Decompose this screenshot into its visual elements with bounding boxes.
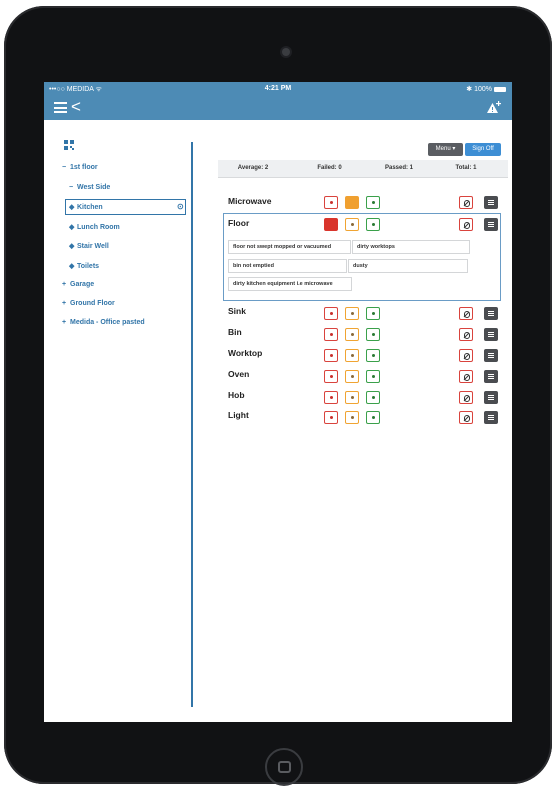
fail-reason-chip[interactable]: floor not swept mopped or vacuumed (228, 240, 351, 254)
row-label-light: Light (228, 410, 249, 420)
warn-button-selected[interactable] (345, 196, 359, 209)
fail-button[interactable] (324, 370, 338, 383)
fail-reason-chip[interactable]: dusty (348, 259, 468, 273)
warn-button[interactable] (345, 391, 359, 404)
target-icon[interactable]: ⊙ (177, 202, 184, 211)
battery-status: ✱ 100% (466, 85, 506, 93)
tree-item-west-side[interactable]: − West Side (69, 184, 110, 191)
app-screen: •••○○ MEDIDA ᯤ 4:21 PM ✱ 100% < −1st flo… (44, 82, 512, 722)
warn-button[interactable] (345, 218, 359, 231)
pass-button[interactable] (366, 411, 380, 424)
row-menu-icon[interactable] (484, 391, 498, 404)
row-menu-icon[interactable] (484, 218, 498, 231)
home-button[interactable] (265, 748, 303, 786)
fail-button[interactable] (324, 328, 338, 341)
tree-item-toilets[interactable]: ◆ Toilets (69, 262, 99, 270)
fail-button-selected[interactable] (324, 218, 338, 231)
row-label-worktop: Worktop (228, 348, 263, 358)
score-summary: Average: 2 Failed: 0 Passed: 1 Total: 1 (218, 160, 508, 178)
fail-button[interactable] (324, 411, 338, 424)
fail-reason-chip[interactable]: dirty kitchen equipment i.e microwave (228, 277, 352, 291)
back-chevron-icon[interactable]: < (71, 98, 81, 116)
nav-bar: < (44, 96, 512, 120)
sidebar-divider (191, 142, 193, 707)
passed-count: Passed: 1 (384, 165, 414, 171)
fail-button[interactable] (324, 391, 338, 404)
sign-off-button[interactable]: Sign Off (465, 143, 501, 156)
fail-button[interactable] (324, 196, 338, 209)
menu-dropdown-button[interactable]: Menu ▾ (428, 143, 463, 156)
pass-button[interactable] (366, 370, 380, 383)
row-menu-icon[interactable] (484, 411, 498, 424)
fail-button[interactable] (324, 349, 338, 362)
warn-button[interactable] (345, 307, 359, 320)
row-label-hob: Hob (228, 390, 245, 400)
average-score: Average: 2 (237, 165, 269, 171)
pass-button[interactable] (366, 349, 380, 362)
tree-item-ground-floor[interactable]: + Ground Floor (62, 300, 115, 307)
tree-item-garage[interactable]: + Garage (62, 281, 94, 288)
hamburger-menu-icon[interactable] (54, 102, 67, 113)
pass-button[interactable] (366, 328, 380, 341)
not-applicable-icon[interactable] (459, 196, 473, 209)
row-label-floor: Floor (228, 218, 250, 228)
warn-button[interactable] (345, 349, 359, 362)
total-count: Total: 1 (455, 165, 477, 171)
fail-reason-chip[interactable]: dirty worktops (352, 240, 470, 254)
pass-button[interactable] (366, 391, 380, 404)
pass-button[interactable] (366, 196, 380, 209)
tree-item-1st-floor[interactable]: −1st floor (62, 164, 98, 171)
row-label-bin: Bin (228, 327, 242, 337)
pass-button[interactable] (366, 218, 380, 231)
not-applicable-icon[interactable] (459, 411, 473, 424)
row-menu-icon[interactable] (484, 307, 498, 320)
status-bar: •••○○ MEDIDA ᯤ 4:21 PM ✱ 100% (44, 82, 512, 96)
clock: 4:21 PM (264, 85, 292, 92)
warn-button[interactable] (345, 370, 359, 383)
not-applicable-icon[interactable] (459, 307, 473, 320)
row-menu-icon[interactable] (484, 349, 498, 362)
row-menu-icon[interactable] (484, 196, 498, 209)
tree-item-lunch-room[interactable]: ◆ Lunch Room (69, 223, 120, 231)
qr-code-icon[interactable] (64, 140, 74, 150)
tree-item-medida-office[interactable]: + Medida - Office pasted (62, 319, 145, 326)
row-label-sink: Sink (228, 306, 246, 316)
not-applicable-icon[interactable] (459, 349, 473, 362)
camera (282, 48, 290, 56)
row-menu-icon[interactable] (484, 328, 498, 341)
not-applicable-icon[interactable] (459, 218, 473, 231)
row-menu-icon[interactable] (484, 370, 498, 383)
location-sidebar: −1st floor − West Side ◆ Kitchen ⊙ ◆ Lunch … (44, 120, 191, 722)
row-label-microwave: Microwave (228, 196, 272, 206)
not-applicable-icon[interactable] (459, 328, 473, 341)
warn-button[interactable] (345, 328, 359, 341)
alert-add-icon[interactable] (486, 100, 502, 116)
row-label-oven: Oven (228, 369, 250, 379)
not-applicable-icon[interactable] (459, 370, 473, 383)
fail-reason-chip[interactable]: bin not emptied (228, 259, 347, 273)
fail-button[interactable] (324, 307, 338, 320)
tree-item-kitchen[interactable]: ◆ Kitchen (69, 203, 103, 211)
failed-count: Failed: 0 (317, 165, 342, 171)
battery-icon (494, 86, 506, 92)
tree-item-stair-well[interactable]: ◆ Stair Well (69, 242, 109, 250)
warn-button[interactable] (345, 411, 359, 424)
pass-button[interactable] (366, 307, 380, 320)
not-applicable-icon[interactable] (459, 391, 473, 404)
